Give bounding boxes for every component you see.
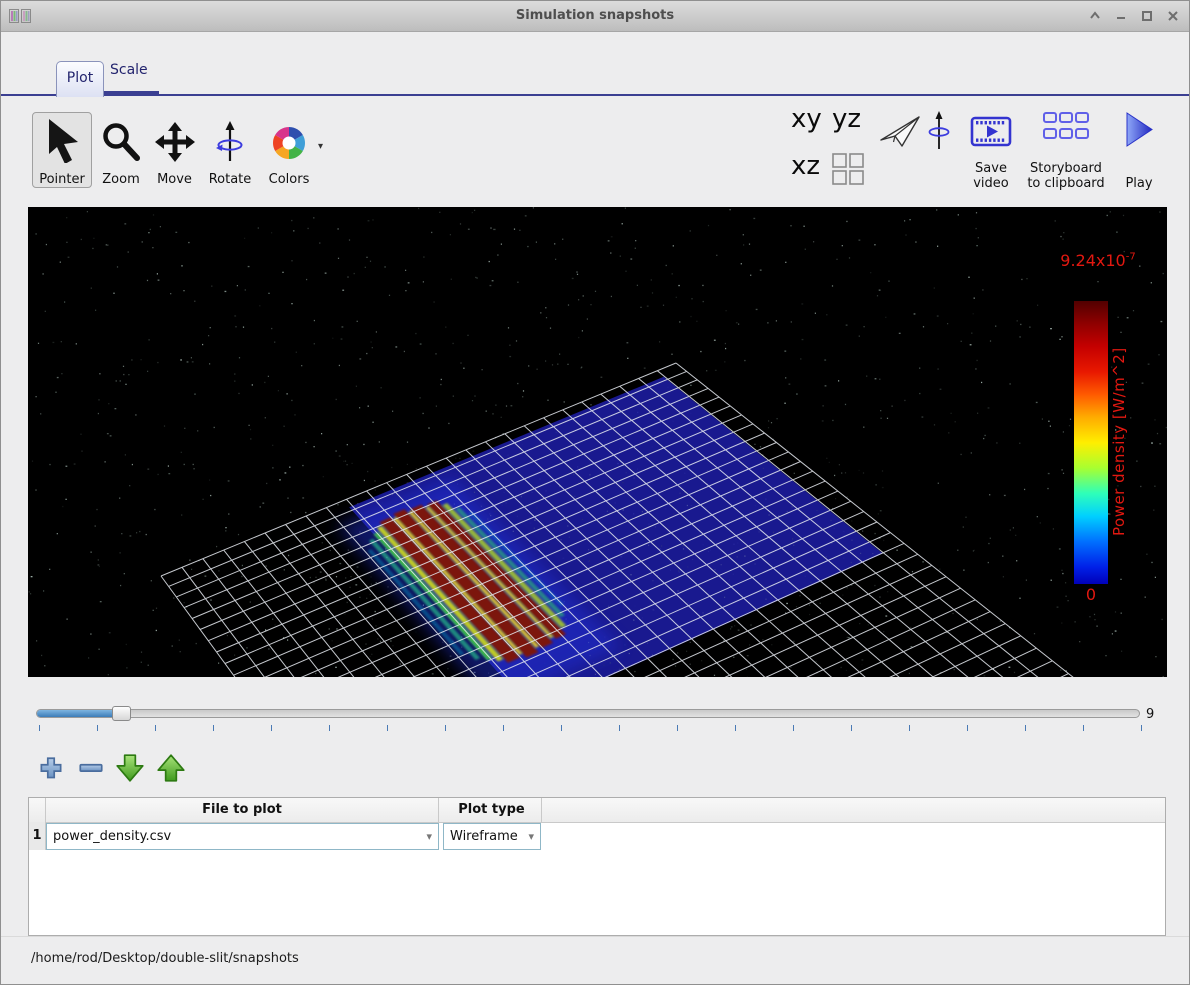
minimize-button[interactable] bbox=[1113, 8, 1129, 24]
tabbar-line bbox=[1, 94, 1189, 96]
move-label: Move bbox=[157, 172, 192, 187]
save-video-icon bbox=[969, 111, 1013, 157]
scale-tab-underline bbox=[104, 91, 159, 95]
colorbar bbox=[1074, 301, 1108, 584]
file-combobox-value: power_density.csv bbox=[53, 829, 422, 844]
timeline-slider-fill bbox=[37, 710, 119, 717]
play-button[interactable]: Play bbox=[1117, 111, 1161, 191]
tab-plot[interactable]: Plot bbox=[56, 61, 104, 97]
status-bar: /home/rod/Desktop/double-slit/snapshots bbox=[1, 936, 1189, 985]
view-xz-button[interactable]: xz bbox=[791, 151, 820, 181]
plot-viewport[interactable]: 9.24x10-7 0 Power density [W/m^2] bbox=[28, 207, 1167, 677]
colorbar-max-label: 9.24x10-7 bbox=[1036, 251, 1160, 270]
colors-label: Colors bbox=[269, 172, 310, 187]
tab-bar: Plot Scale bbox=[1, 51, 1189, 96]
scene-3d[interactable] bbox=[28, 207, 1167, 677]
timeline-slider-handle[interactable] bbox=[112, 706, 131, 721]
plot-type-value: Wireframe bbox=[450, 829, 524, 844]
fly-paper-plane-button[interactable] bbox=[877, 111, 923, 157]
rotate-tool-button[interactable]: Rotate bbox=[204, 113, 256, 187]
storyboard-icon bbox=[1042, 111, 1090, 147]
pointer-tool-button[interactable]: Pointer bbox=[32, 112, 92, 188]
storyboard-label: Storyboard to clipboard bbox=[1027, 161, 1105, 191]
chevron-down-icon: ▾ bbox=[426, 830, 432, 843]
orbit-rotate-button[interactable] bbox=[925, 111, 953, 155]
save-video-label: Save video bbox=[961, 161, 1021, 191]
colors-dropdown-arrow[interactable]: ▾ bbox=[318, 141, 323, 152]
shade-button[interactable] bbox=[1087, 8, 1103, 24]
save-video-button[interactable]: Save video bbox=[961, 111, 1021, 191]
grid-view-button[interactable] bbox=[832, 153, 865, 190]
working-directory-path: /home/rod/Desktop/double-slit/snapshots bbox=[31, 951, 299, 966]
app-window: Simulation snapshots Plot Scale bbox=[0, 0, 1190, 985]
toolbar: Pointer Zoom M bbox=[1, 101, 1189, 197]
play-icon bbox=[1124, 111, 1154, 153]
view-xy-button[interactable]: xy bbox=[791, 104, 822, 134]
add-row-button[interactable] bbox=[37, 754, 65, 788]
colorbar-min-label: 0 bbox=[1074, 585, 1108, 604]
tab-scale[interactable]: Scale bbox=[110, 62, 148, 78]
colors-tool-button[interactable]: Colors bbox=[263, 113, 315, 187]
storyboard-button[interactable]: Storyboard to clipboard bbox=[1027, 111, 1105, 191]
pointer-icon bbox=[42, 117, 82, 167]
view-yz-button[interactable]: yz bbox=[832, 104, 861, 134]
zoom-label: Zoom bbox=[102, 172, 139, 187]
zoom-icon bbox=[101, 121, 141, 167]
header-file-to-plot: File to plot bbox=[46, 798, 439, 822]
plot-type-combobox[interactable]: Wireframe ▾ bbox=[443, 823, 541, 850]
move-row-up-button[interactable] bbox=[156, 752, 186, 788]
file-combobox[interactable]: power_density.csv ▾ bbox=[46, 823, 439, 850]
timeline-slider-ticks bbox=[39, 725, 1143, 731]
colorbar-axis-label: Power density [W/m^2] bbox=[1110, 287, 1128, 597]
header-plot-type: Plot type bbox=[442, 798, 542, 822]
rotate-icon bbox=[210, 121, 250, 167]
zoom-tool-button[interactable]: Zoom bbox=[97, 113, 145, 187]
header-rownum bbox=[29, 798, 46, 822]
timeline-slider-track[interactable] bbox=[36, 709, 1140, 718]
move-icon bbox=[155, 121, 195, 167]
window-title: Simulation snapshots bbox=[1, 8, 1189, 23]
color-wheel-icon bbox=[269, 123, 309, 167]
files-table: File to plot Plot type 1 power_density.c… bbox=[28, 797, 1166, 936]
move-row-down-button[interactable] bbox=[115, 752, 145, 788]
titlebar: Simulation snapshots bbox=[1, 1, 1189, 32]
maximize-button[interactable] bbox=[1139, 8, 1155, 24]
remove-row-button[interactable] bbox=[77, 754, 105, 788]
chevron-down-icon: ▾ bbox=[528, 830, 534, 843]
play-label: Play bbox=[1125, 176, 1152, 191]
table-header: File to plot Plot type bbox=[29, 798, 1165, 823]
row-index: 1 bbox=[29, 822, 46, 850]
rotate-label: Rotate bbox=[209, 172, 252, 187]
move-tool-button[interactable]: Move bbox=[151, 113, 198, 187]
timeline-max-label: 9 bbox=[1146, 707, 1154, 722]
pointer-label: Pointer bbox=[39, 172, 85, 187]
close-button[interactable] bbox=[1165, 8, 1181, 24]
